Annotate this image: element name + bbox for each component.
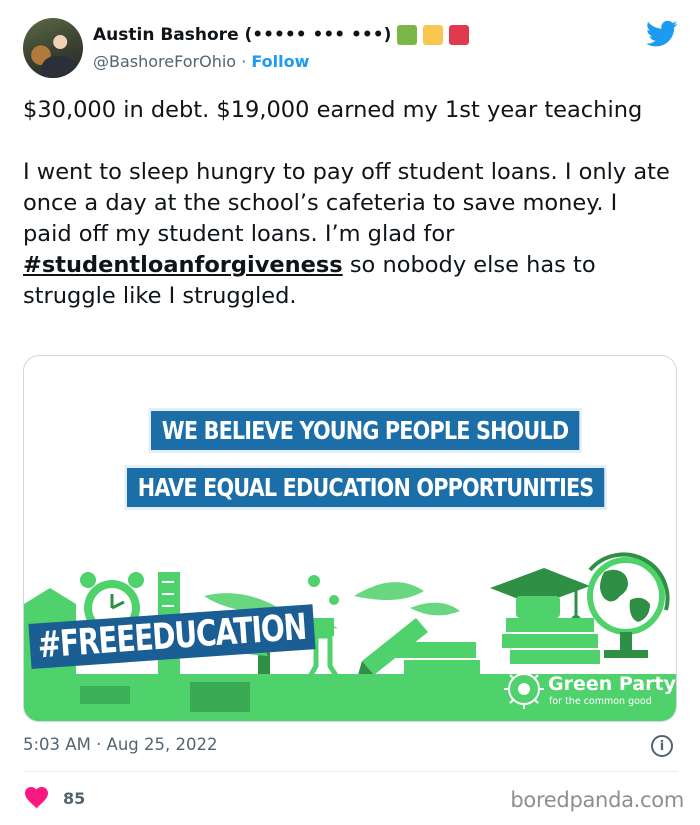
heart-icon: [25, 787, 48, 809]
boredpanda-watermark: boredpanda.com: [510, 788, 684, 812]
tweet-header: Austin Bashore (••••• ••• •••) @BashoreF…: [23, 18, 678, 82]
molecule-icon: [308, 575, 339, 605]
author-name-line: Austin Bashore (••••• ••• •••): [93, 25, 470, 45]
party-tagline: for the common good: [549, 696, 652, 707]
divider: [23, 771, 678, 772]
red-square-icon: [449, 25, 470, 45]
tweet-media-image[interactable]: WE BELIEVE YOUNG PEOPLE SHOULD HAVE EQUA…: [23, 355, 677, 722]
slogan-banner-line-2: HAVE EQUAL EDUCATION OPPORTUNITIES: [127, 468, 605, 507]
author-name[interactable]: Austin Bashore (••••• ••• •••): [93, 25, 391, 45]
green-square-icon: [397, 25, 418, 45]
follow-button[interactable]: Follow: [251, 52, 309, 71]
separator-dot: ·: [241, 52, 247, 71]
avatar[interactable]: [23, 18, 83, 78]
tweet-text: $30,000 in debt. $19,000 earned my 1st y…: [23, 95, 673, 312]
tweet-paragraph-1: $30,000 in debt. $19,000 earned my 1st y…: [23, 97, 643, 123]
tweet-timestamp[interactable]: 5:03 AM · Aug 25, 2022: [23, 735, 218, 754]
party-name: Green Party: [548, 673, 676, 695]
author-handle[interactable]: @BashoreForOhio: [93, 52, 236, 71]
graduation-cap-icon: [490, 568, 590, 625]
tweet-paragraph-2: I went to sleep hungry to pay off studen…: [23, 157, 673, 312]
avatar-figure: [41, 56, 77, 78]
like-count: 85: [63, 788, 86, 808]
info-icon[interactable]: i: [651, 735, 673, 757]
like-button[interactable]: 85: [25, 787, 85, 809]
green-party-logo: Green Party for the common good: [502, 671, 676, 711]
twitter-bird-icon[interactable]: [646, 20, 678, 48]
tweet-meta: 5:03 AM · Aug 25, 2022 i: [23, 735, 678, 761]
hashtag-link[interactable]: #studentloanforgiveness: [23, 252, 343, 278]
books-under-cap: [502, 618, 600, 664]
yellow-square-icon: [423, 25, 444, 45]
tweet-paragraph-2-start: I went to sleep hungry to pay off studen…: [23, 159, 670, 247]
author-handle-line: @BashoreForOhio · Follow: [93, 52, 309, 71]
slogan-banner-line-1: WE BELIEVE YOUNG PEOPLE SHOULD: [151, 411, 580, 450]
globe-icon: [587, 552, 670, 658]
